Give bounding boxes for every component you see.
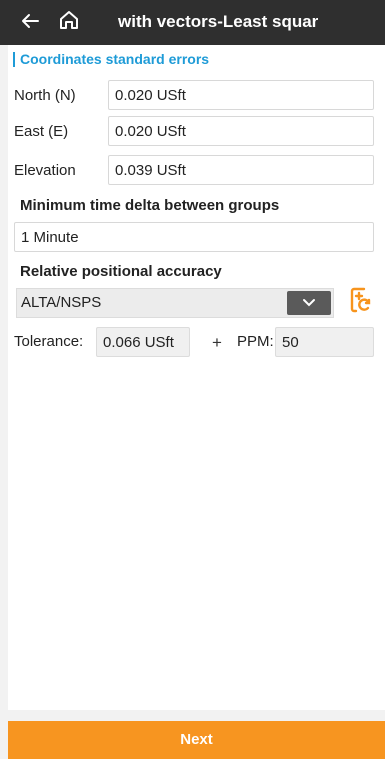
section-title: Coordinates standard errors <box>13 52 209 67</box>
ppm-input[interactable]: 50 <box>275 327 374 357</box>
east-label: East (E) <box>14 123 69 140</box>
back-arrow-icon[interactable] <box>18 9 42 33</box>
next-button[interactable]: Next <box>8 721 385 759</box>
north-label: North (N) <box>14 87 76 104</box>
top-bar: with vectors-Least squar <box>0 0 385 45</box>
tolerance-input[interactable]: 0.066 USft <box>96 327 190 357</box>
time-delta-heading: Minimum time delta between groups <box>20 197 280 214</box>
home-icon[interactable] <box>56 7 82 33</box>
page-title: with vectors-Least squar <box>118 12 319 31</box>
east-error-input[interactable]: 0.020 USft <box>108 116 374 146</box>
accuracy-heading: Relative positional accuracy <box>20 263 222 280</box>
dropdown-toggle[interactable] <box>287 291 331 315</box>
form-panel: Coordinates standard errors North (N) 0.… <box>8 45 385 710</box>
north-error-input[interactable]: 0.020 USft <box>108 80 374 110</box>
accuracy-select[interactable]: ALTA/NSPS <box>16 288 334 318</box>
elevation-label: Elevation <box>14 162 76 179</box>
plus-sign: + <box>212 333 222 352</box>
chevron-down-icon <box>303 299 315 307</box>
tolerance-label: Tolerance: <box>14 333 84 350</box>
time-delta-input[interactable]: 1 Minute <box>14 222 374 252</box>
ppm-label: PPM: <box>237 333 274 350</box>
accuracy-selected-value: ALTA/NSPS <box>21 294 102 311</box>
elevation-error-input[interactable]: 0.039 USft <box>108 155 374 185</box>
add-document-icon[interactable] <box>344 284 374 316</box>
